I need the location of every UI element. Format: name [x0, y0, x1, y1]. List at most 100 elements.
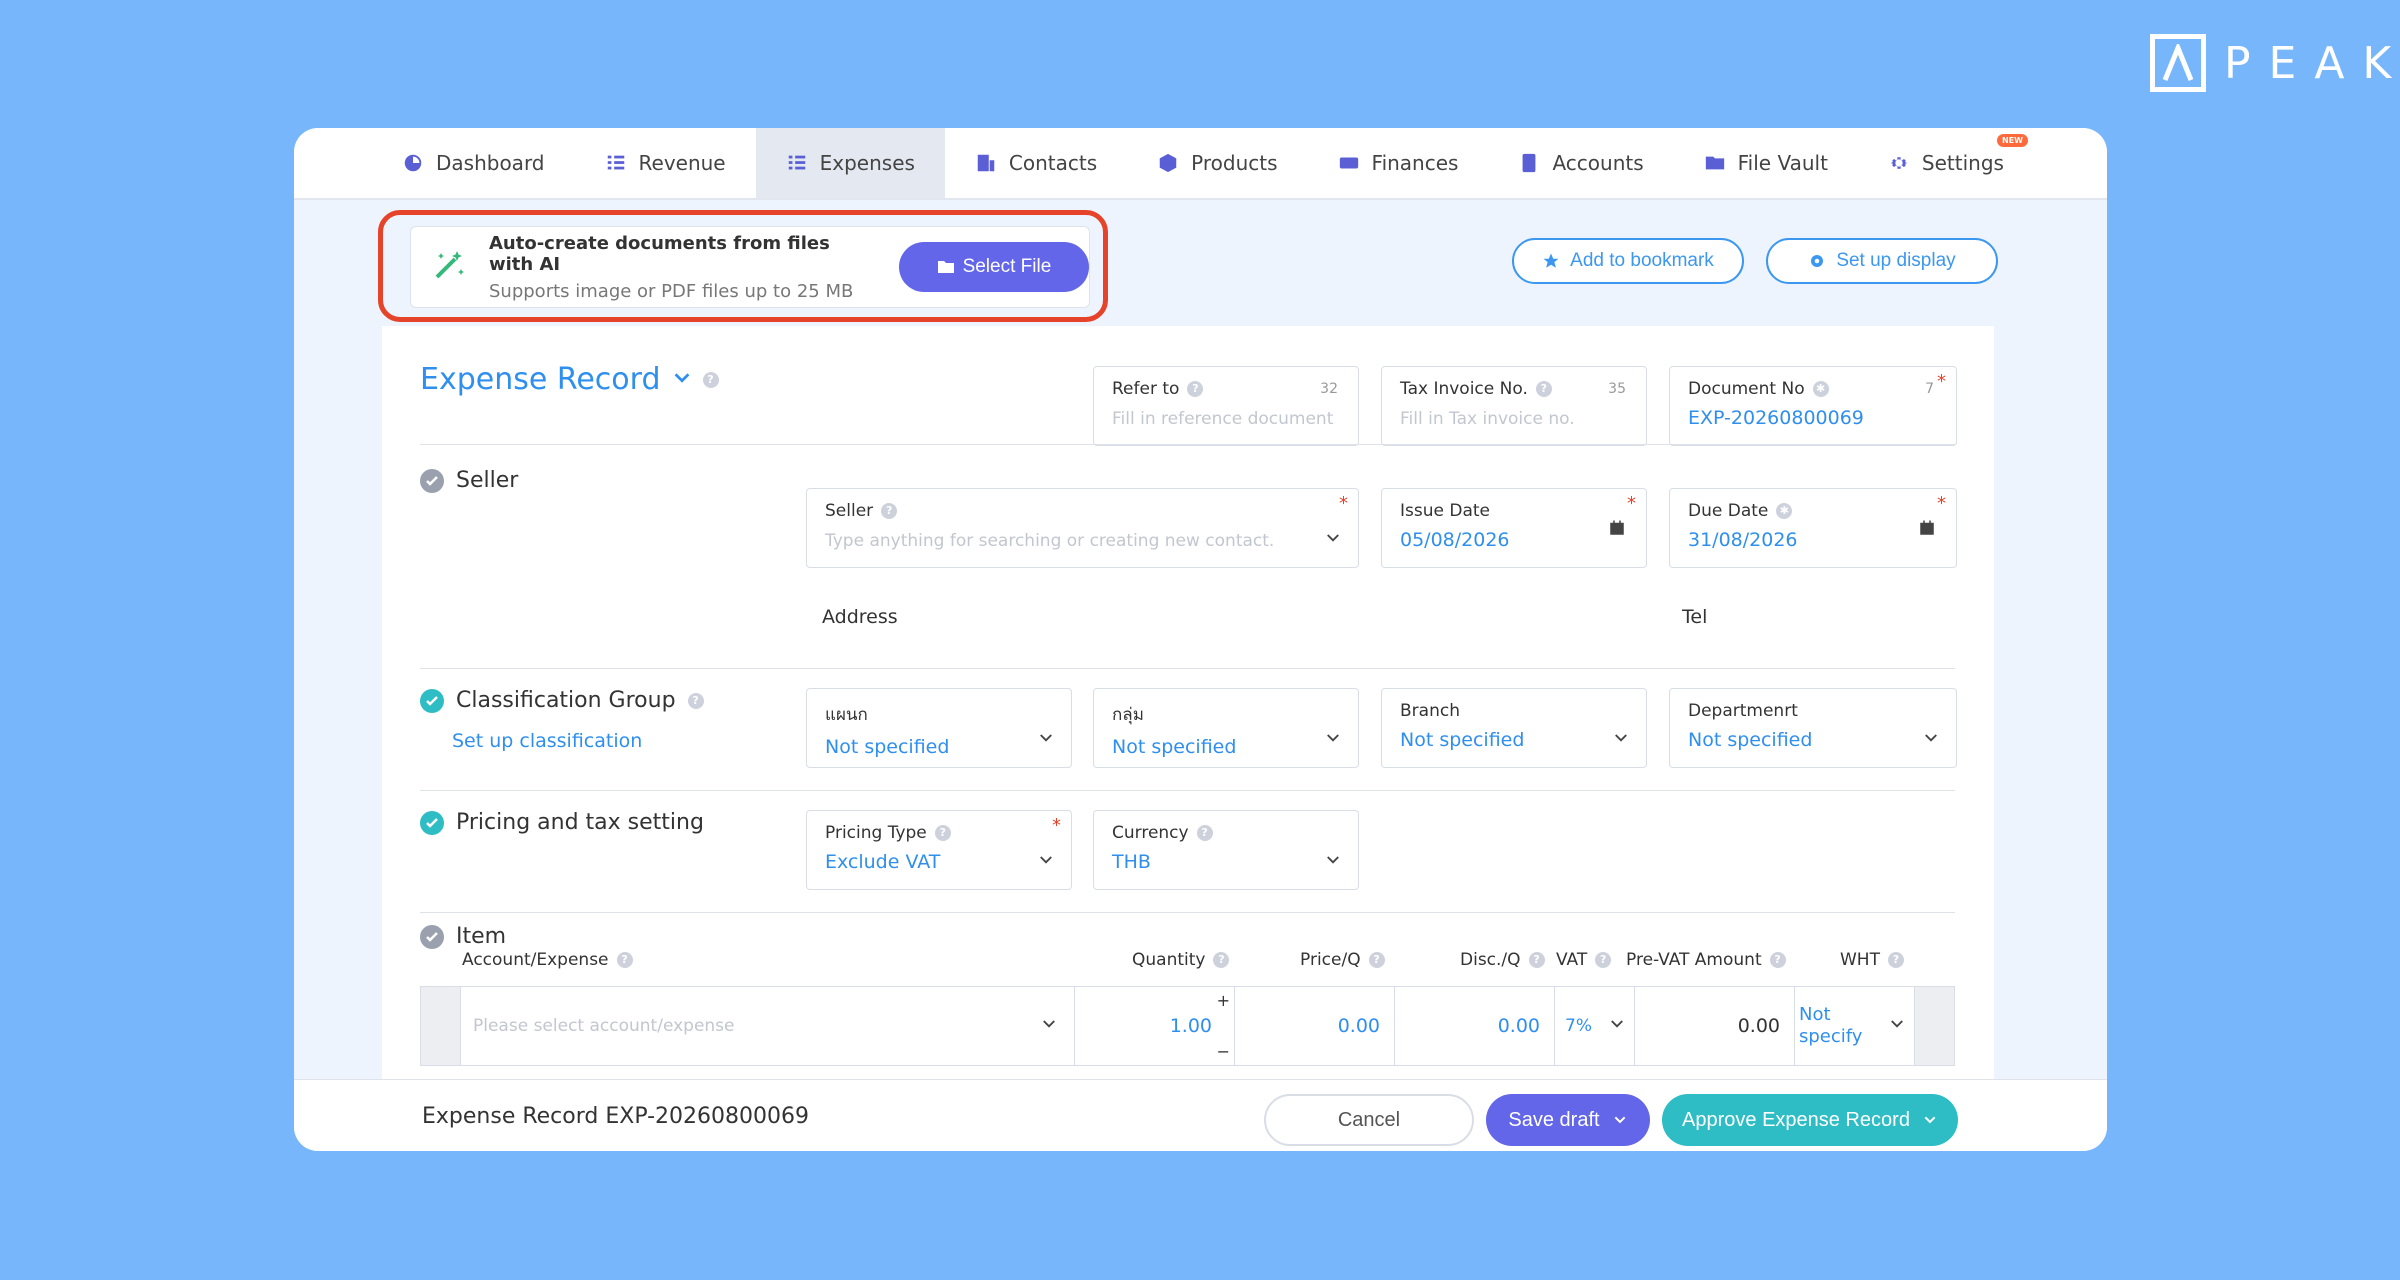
due-date-field[interactable]: Due Date ✱ * 31/08/2026	[1669, 488, 1957, 568]
chevron-down-icon	[1324, 729, 1342, 751]
seller-label-text: Seller	[825, 501, 874, 521]
nav-file-vault[interactable]: File Vault	[1674, 128, 1858, 198]
cancel-button[interactable]: Cancel	[1264, 1094, 1474, 1146]
nav-products[interactable]: Products	[1127, 128, 1307, 198]
document-no-field[interactable]: Document No ✱ 7 * EXP-20260800069	[1669, 366, 1957, 446]
new-badge: NEW	[1996, 134, 2028, 147]
document-no-label: Document No ✱	[1688, 379, 1938, 399]
tax-invoice-count: 35	[1608, 381, 1626, 397]
folder-open-icon	[937, 261, 954, 273]
set-up-classification-link[interactable]: Set up classification	[452, 730, 642, 752]
col-pre-vat-label: Pre-VAT Amount	[1626, 950, 1762, 970]
calendar-icon[interactable]	[1608, 519, 1626, 541]
price-input[interactable]: 0.00	[1235, 987, 1395, 1065]
top-navigation: Dashboard Revenue Expenses Contacts Prod…	[294, 128, 2107, 200]
dashboard-icon	[402, 152, 424, 174]
add-bookmark-button[interactable]: Add to bookmark	[1512, 238, 1744, 284]
help-icon: ?	[1535, 381, 1552, 397]
nav-contacts[interactable]: Contacts	[945, 128, 1127, 198]
currency-field[interactable]: Currency? THB	[1093, 810, 1359, 890]
nav-contacts-label: Contacts	[1008, 151, 1098, 175]
action-footer: Expense Record EXP-20260800069 Cancel Sa…	[294, 1079, 2107, 1151]
classification-field-department-th[interactable]: แผนก Not specified	[806, 688, 1072, 768]
select-file-button[interactable]: Select File	[898, 242, 1089, 292]
plus-icon[interactable]: +	[1217, 991, 1230, 1010]
nav-revenue[interactable]: Revenue	[575, 128, 756, 198]
col-wht: WHT?	[1840, 950, 1904, 970]
seller-input[interactable]: Type anything for searching or creating …	[825, 531, 1340, 551]
quantity-value: 1.00	[1169, 1015, 1212, 1037]
tax-invoice-label: Tax Invoice No.?	[1400, 379, 1628, 399]
peak-logo-text: PEAK	[2224, 37, 2400, 89]
classification-label-1: กลุ่ม	[1112, 705, 1144, 725]
pricing-type-value: Exclude VAT	[825, 851, 941, 873]
nav-file-vault-label: File Vault	[1737, 151, 1828, 175]
divider	[420, 668, 1955, 669]
approve-button[interactable]: Approve Expense Record	[1662, 1094, 1958, 1146]
quantity-stepper[interactable]: 1.00 + −	[1075, 987, 1235, 1065]
refer-to-field[interactable]: Refer to? 32 Fill in reference document	[1093, 366, 1359, 446]
nav-accounts-label: Accounts	[1552, 151, 1644, 175]
issue-date-input[interactable]: 05/08/2026	[1400, 529, 1628, 551]
minus-icon[interactable]: −	[1217, 1042, 1230, 1061]
ai-upload-title: Auto-create documents from files with AI	[489, 232, 830, 275]
save-draft-button[interactable]: Save draft	[1486, 1094, 1650, 1146]
issue-date-field[interactable]: Issue Date * 05/08/2026	[1381, 488, 1647, 568]
seller-section-title: Seller	[456, 468, 519, 493]
classification-label-3: Departmenrt	[1688, 701, 1798, 721]
help-icon: ?	[1196, 825, 1213, 841]
pricing-title: Pricing and tax setting	[456, 810, 704, 835]
col-account: Account/Expense?	[462, 950, 633, 970]
required-marker: *	[1052, 815, 1061, 836]
col-account-label: Account/Expense	[462, 950, 609, 970]
refer-to-input[interactable]: Fill in reference document	[1112, 409, 1340, 429]
finances-icon	[1338, 152, 1360, 174]
save-draft-label: Save draft	[1508, 1108, 1600, 1131]
nav-finances[interactable]: Finances	[1308, 128, 1489, 198]
star-icon	[1543, 253, 1559, 268]
classification-field-branch[interactable]: Branch Not specified	[1381, 688, 1647, 768]
nav-accounts[interactable]: Accounts	[1488, 128, 1673, 198]
wht-select[interactable]: Not specify	[1795, 987, 1915, 1065]
account-select[interactable]: Please select account/expense	[461, 987, 1075, 1065]
nav-dashboard[interactable]: Dashboard	[372, 128, 575, 198]
expenses-icon	[786, 152, 808, 174]
help-icon: ?	[1595, 952, 1612, 968]
help-icon[interactable]: ?	[687, 692, 704, 709]
pre-vat-input[interactable]: 0.00	[1635, 987, 1795, 1065]
calendar-icon[interactable]	[1918, 519, 1936, 541]
form-title-row[interactable]: Expense Record ?	[420, 362, 719, 397]
tax-invoice-input[interactable]: Fill in Tax invoice no.	[1400, 409, 1628, 429]
tax-invoice-label-text: Tax Invoice No.	[1400, 379, 1528, 399]
document-no-count: 7	[1925, 381, 1934, 397]
footer-title: Expense Record EXP-20260800069	[422, 1104, 810, 1129]
classification-field-group-th[interactable]: กลุ่ม Not specified	[1093, 688, 1359, 768]
price-value: 0.00	[1337, 1015, 1380, 1037]
classification-value-1: Not specified	[1112, 736, 1237, 758]
app-window: Dashboard Revenue Expenses Contacts Prod…	[294, 128, 2107, 1151]
divider	[420, 790, 1955, 791]
refer-to-count: 32	[1320, 381, 1338, 397]
vat-select[interactable]: 7%	[1555, 987, 1635, 1065]
gear-icon	[1888, 152, 1910, 174]
classification-field-department[interactable]: Departmenrt Not specified	[1669, 688, 1957, 768]
chevron-down-icon	[1888, 1015, 1906, 1037]
divider	[420, 444, 1955, 445]
col-price: Price/Q?	[1300, 950, 1385, 970]
pricing-type-field[interactable]: Pricing Type? * Exclude VAT	[806, 810, 1072, 890]
due-date-input[interactable]: 31/08/2026	[1688, 529, 1938, 551]
discount-input[interactable]: 0.00	[1395, 987, 1555, 1065]
seller-field[interactable]: Seller? * Type anything for searching or…	[806, 488, 1359, 568]
tax-invoice-field[interactable]: Tax Invoice No.? 35 Fill in Tax invoice …	[1381, 366, 1647, 446]
discount-value: 0.00	[1497, 1015, 1540, 1037]
chevron-down-icon	[1037, 729, 1055, 751]
document-no-input[interactable]: EXP-20260800069	[1688, 407, 1938, 429]
nav-settings[interactable]: Settings NEW	[1858, 128, 2034, 198]
drag-handle[interactable]	[421, 987, 461, 1065]
set-up-display-button[interactable]: Set up display	[1766, 238, 1998, 284]
nav-expenses[interactable]: Expenses	[755, 128, 945, 198]
chevron-down-icon	[1040, 1015, 1058, 1037]
help-icon: ?	[1769, 952, 1786, 968]
help-icon[interactable]: ?	[702, 371, 719, 388]
row-actions[interactable]	[1915, 987, 1954, 1065]
